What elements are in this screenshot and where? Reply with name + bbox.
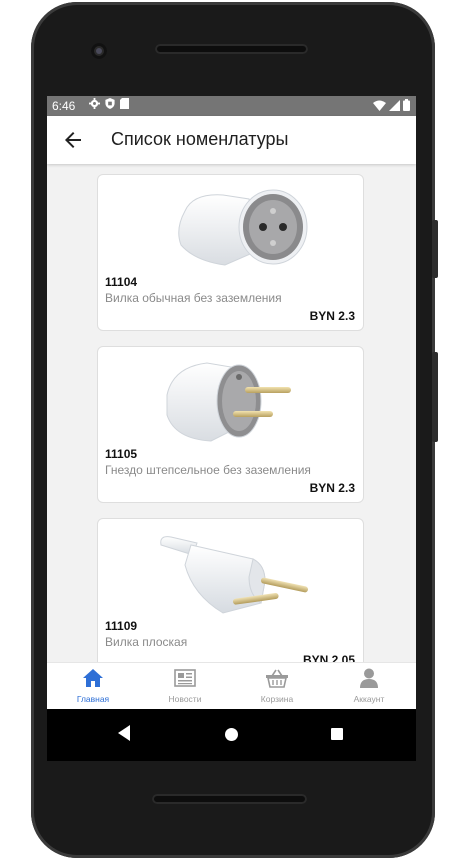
product-code: 11104 [105,275,138,289]
nav-label-news: Новости [168,694,202,704]
wifi-icon [373,100,386,111]
nav-label-cart: Корзина [260,694,294,704]
system-home-icon[interactable] [225,728,238,741]
back-arrow-icon[interactable] [61,128,85,152]
person-icon [360,668,378,688]
product-name: Вилка плоская [105,635,188,649]
signal-icon [389,99,400,111]
product-card[interactable]: 11104 Вилка обычная без заземления BYN 2… [97,174,364,331]
flat-plug-image [160,536,309,614]
newspaper-icon [174,669,196,687]
product-name: Вилка обычная без заземления [105,291,282,305]
product-price: BYN 2.05 [302,653,355,662]
front-camera [91,43,107,59]
power-button [432,220,438,278]
product-list[interactable]: 11104 Вилка обычная без заземления BYN 2… [47,164,416,662]
status-bar: 6:46 [47,96,416,116]
bottom-speaker [152,794,307,804]
product-name: Гнездо штепсельное без заземления [105,463,311,477]
bottom-navigation: Главная Новости Корзина Аккаунт [47,662,416,709]
battery-icon [403,99,410,111]
nav-item-account[interactable]: Аккаунт [323,663,415,709]
nav-label-account: Аккаунт [353,694,385,704]
sd-card-icon [120,98,129,109]
gear-icon [89,98,100,109]
grounded-plug-image [178,189,308,266]
home-icon [83,669,103,687]
nav-item-news[interactable]: Новости [139,663,231,709]
volume-button [432,352,438,442]
status-time: 6:46 [52,99,76,113]
product-card[interactable]: 11109 Вилка плоская BYN 2.05 [97,518,364,662]
system-back-icon[interactable] [118,725,130,741]
shield-icon [105,98,115,109]
system-navigation-bar [47,708,416,761]
basket-icon [266,669,288,688]
device-screen: 6:46 Список номенлатуры 11104 Вилка обыч… [47,96,416,761]
product-code: 11109 [105,619,138,633]
page-title: Список номенлатуры [111,129,289,149]
nav-label-home: Главная [76,694,110,704]
app-bar: Список номенлатуры [47,116,416,164]
product-price: BYN 2.3 [309,481,355,495]
plug-with-pins-image [166,362,291,442]
system-recents-icon[interactable] [331,728,343,740]
product-card[interactable]: 11105 Гнездо штепсельное без заземления … [97,346,364,503]
nav-item-cart[interactable]: Корзина [231,663,323,709]
nav-item-home[interactable]: Главная [47,663,139,709]
earpiece-speaker [155,44,308,54]
product-price: BYN 2.3 [309,309,355,323]
product-code: 11105 [105,447,138,461]
